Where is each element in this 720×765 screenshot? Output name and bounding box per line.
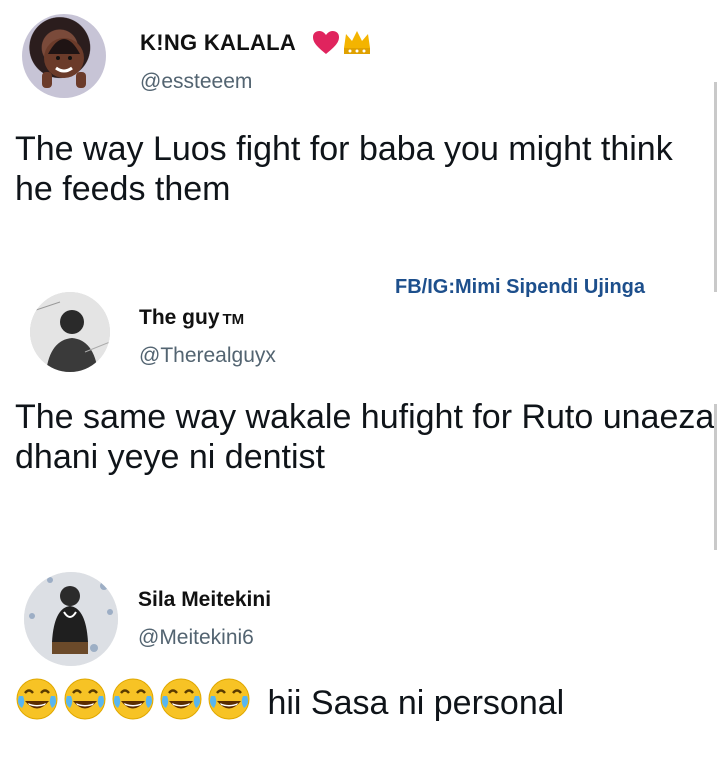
joy-emoji-icon xyxy=(62,676,108,732)
emoji-row xyxy=(14,678,254,721)
display-name[interactable]: The guy TM xyxy=(139,306,244,330)
avatar[interactable] xyxy=(30,292,110,372)
tweet-1: K!NG KALALA @essteeem The way Luos fight… xyxy=(0,0,720,230)
user-handle[interactable]: @Therealguyx xyxy=(139,344,276,368)
crown-icon xyxy=(342,28,372,61)
joy-emoji-icon xyxy=(158,676,204,732)
tweet-text: The way Luos fight for baba you might th… xyxy=(15,130,673,208)
trademark-suffix: TM xyxy=(222,311,245,328)
display-name[interactable]: K!NG KALALA xyxy=(140,30,296,56)
user-handle[interactable]: @Meitekini6 xyxy=(138,626,254,650)
joy-emoji-icon xyxy=(14,676,60,732)
tweet-text: The same way wakale hufight for Ruto una… xyxy=(15,398,715,476)
avatar-image xyxy=(42,38,86,88)
scrollbar[interactable] xyxy=(714,82,717,292)
avatar-image xyxy=(24,572,118,666)
avatar-image xyxy=(30,292,110,372)
user-handle[interactable]: @essteeem xyxy=(140,70,252,94)
scrollbar[interactable] xyxy=(714,404,717,550)
avatar[interactable] xyxy=(22,14,106,98)
display-name[interactable]: Sila Meitekini xyxy=(138,588,271,612)
avatar[interactable] xyxy=(24,572,118,666)
tweet-text: hii Sasa ni personal xyxy=(14,676,714,732)
display-name-text: The guy xyxy=(139,306,220,329)
tweet-text-content: hii Sasa ni personal xyxy=(267,684,565,722)
heart-icon xyxy=(312,30,340,61)
joy-emoji-icon xyxy=(110,676,156,732)
joy-emoji-icon xyxy=(206,676,252,732)
tweet-3: Sila Meitekini @Meitekini6 hii Sasa ni p… xyxy=(0,560,720,765)
tweet-2: The guy TM @Therealguyx The same way waka… xyxy=(0,270,720,510)
